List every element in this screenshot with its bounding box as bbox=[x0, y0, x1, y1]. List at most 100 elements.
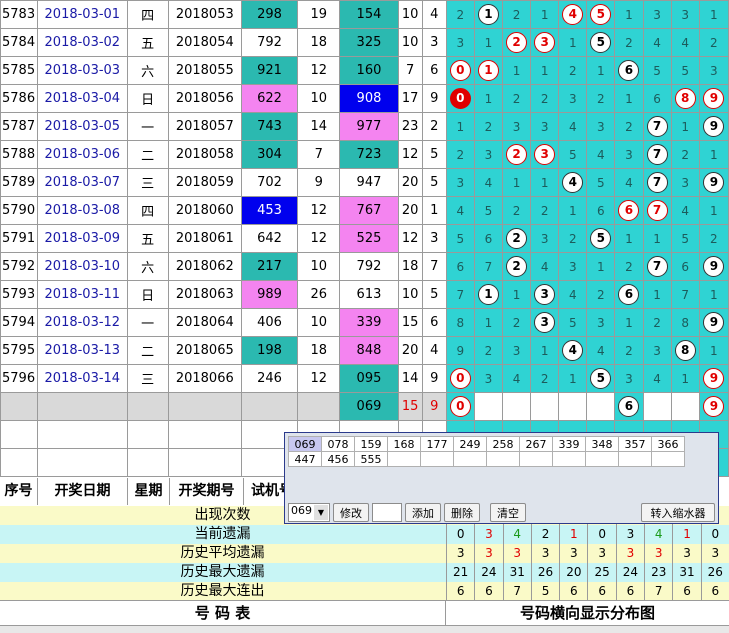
sum-cell: 12 bbox=[297, 196, 341, 225]
result-cell: 525 bbox=[339, 224, 399, 253]
shrink-button[interactable]: 转入缩水器 bbox=[641, 503, 715, 522]
distribution-cell: 3 bbox=[473, 140, 503, 169]
issue-cell: 2018063 bbox=[167, 280, 242, 309]
distribution-cell: 4 bbox=[586, 140, 616, 169]
popup-number-cell[interactable] bbox=[420, 451, 454, 467]
popup-number-cell[interactable] bbox=[618, 451, 652, 467]
sum-cell: 19 bbox=[297, 0, 341, 29]
header-weekday: 星期 bbox=[128, 478, 170, 505]
distribution-cell: 8 bbox=[445, 308, 475, 337]
trial-cell: 989 bbox=[240, 280, 299, 309]
trial-cell: 304 bbox=[240, 140, 299, 169]
result-cell: 160 bbox=[339, 56, 399, 85]
delete-button[interactable]: 删除 bbox=[444, 503, 480, 522]
add-button[interactable]: 添加 bbox=[405, 503, 441, 522]
count-cell: 2 bbox=[421, 112, 447, 141]
popup-number-cell[interactable]: 159 bbox=[354, 436, 388, 452]
popup-number-cell[interactable]: 456 bbox=[321, 451, 355, 467]
distribution-cell: 1 bbox=[614, 308, 644, 337]
result-cell: 069 bbox=[339, 392, 399, 421]
distribution-cell bbox=[670, 392, 700, 421]
popup-number-cell[interactable]: 177 bbox=[420, 436, 454, 452]
popup-number-cell[interactable]: 366 bbox=[651, 436, 685, 452]
popup-number-cell[interactable] bbox=[651, 451, 685, 467]
popup-number-cell[interactable]: 168 bbox=[387, 436, 421, 452]
table-row: 5787 2018-03-05 一 2018057 743 14 977 23 2 1 2 3 3 4 3 2… bbox=[0, 112, 729, 141]
empty-cell bbox=[167, 420, 242, 449]
number-ball: 3 bbox=[534, 284, 556, 305]
distribution-cell: 3 bbox=[670, 168, 700, 197]
trial-cell: 921 bbox=[240, 56, 299, 85]
distribution-cell: 3 bbox=[698, 56, 729, 85]
count-cell: 5 bbox=[421, 168, 447, 197]
distribution-cell: 3 bbox=[614, 140, 644, 169]
empty-cell bbox=[126, 448, 169, 477]
number-ball: 8 bbox=[674, 340, 696, 361]
distribution-cell: 2 bbox=[614, 252, 644, 281]
stats-values: 21 24 31 26 20 25 24 23 31 26 bbox=[446, 563, 729, 582]
popup-number-cell[interactable] bbox=[486, 451, 520, 467]
popup-number-cell[interactable] bbox=[387, 451, 421, 467]
clear-button[interactable]: 清空 bbox=[490, 503, 526, 522]
number-ball: 4 bbox=[562, 172, 584, 193]
horizontal-scrollbar[interactable] bbox=[0, 626, 729, 633]
popup-number-cell[interactable]: 357 bbox=[618, 436, 652, 452]
distribution-cell: 2 bbox=[501, 28, 532, 57]
popup-number-cell[interactable]: 069 bbox=[288, 436, 322, 452]
result-cell: 908 bbox=[339, 84, 399, 113]
popup-row: 069 078 159 168 177 249 258 267 339 348 357 366 bbox=[288, 436, 685, 452]
distribution-cell: 3 bbox=[558, 252, 588, 281]
stats-value: 3 bbox=[446, 544, 474, 563]
seq-cell: 5783 bbox=[0, 0, 39, 29]
stats-row: 当前遗漏 0 3 4 2 1 0 3 4 1 0 bbox=[0, 525, 729, 544]
popup-number-cell[interactable]: 348 bbox=[585, 436, 619, 452]
modify-button[interactable]: 修改 bbox=[333, 503, 369, 522]
popup-number-cell[interactable] bbox=[453, 451, 487, 467]
number-ball: 4 bbox=[562, 340, 584, 361]
distribution-cell: 4 bbox=[501, 364, 532, 393]
number-ball: 9 bbox=[703, 172, 725, 193]
distribution-cell: 1 bbox=[698, 280, 729, 309]
distribution-cell: 9 bbox=[445, 336, 475, 365]
header-seq: 序号 bbox=[0, 478, 38, 505]
popup-number-cell[interactable]: 339 bbox=[552, 436, 586, 452]
number-ball: 9 bbox=[703, 396, 725, 417]
date-cell: 2018-03-13 bbox=[37, 336, 128, 365]
issue-cell: 2018062 bbox=[167, 252, 242, 281]
number-ball: 6 bbox=[618, 200, 640, 221]
distribution-cell: 5 bbox=[642, 56, 672, 85]
stats-row: 历史最大遗漏 21 24 31 26 20 25 24 23 31 26 bbox=[0, 563, 729, 582]
number-input[interactable] bbox=[372, 503, 402, 522]
distribution-cell: 1 bbox=[586, 252, 616, 281]
table-row: 5789 2018-03-07 三 2018059 702 9 947 20 5 3 4 1 1 4 5 4 7… bbox=[0, 168, 729, 197]
distribution-cell: 7 bbox=[670, 280, 700, 309]
sum-cell bbox=[297, 392, 341, 421]
popup-number-cell[interactable]: 267 bbox=[519, 436, 553, 452]
popup-number-cell[interactable]: 258 bbox=[486, 436, 520, 452]
popup-number-cell[interactable] bbox=[585, 451, 619, 467]
popup-number-cell[interactable] bbox=[552, 451, 586, 467]
popup-number-cell[interactable]: 249 bbox=[453, 436, 487, 452]
popup-number-cell[interactable]: 447 bbox=[288, 451, 322, 467]
distribution-cell: 2 bbox=[445, 0, 475, 29]
distribution-cell: 3 bbox=[558, 84, 588, 113]
distribution-cell: 1 bbox=[501, 56, 532, 85]
count-cell: 1 bbox=[421, 196, 447, 225]
popup-number-cell[interactable] bbox=[519, 451, 553, 467]
stats-value: 31 bbox=[502, 563, 531, 582]
date-cell: 2018-03-01 bbox=[37, 0, 128, 29]
table-row: 069 15 9 0 6 9 bbox=[0, 392, 729, 421]
popup-number-cell[interactable]: 078 bbox=[321, 436, 355, 452]
stats-value: 25 bbox=[587, 563, 615, 582]
stats-value: 1 bbox=[559, 525, 587, 544]
number-ball: 6 bbox=[618, 60, 640, 81]
distribution-cell: 3 bbox=[530, 112, 560, 141]
distribution-cell: 4 bbox=[530, 252, 560, 281]
distribution-cell bbox=[586, 392, 616, 421]
popup-number-cell[interactable]: 555 bbox=[354, 451, 388, 467]
count-cell: 9 bbox=[421, 364, 447, 393]
result-cell: 339 bbox=[339, 308, 399, 337]
number-select[interactable]: 069 ▼ bbox=[288, 503, 330, 522]
weekday-cell bbox=[126, 392, 169, 421]
seq-cell: 5795 bbox=[0, 336, 39, 365]
